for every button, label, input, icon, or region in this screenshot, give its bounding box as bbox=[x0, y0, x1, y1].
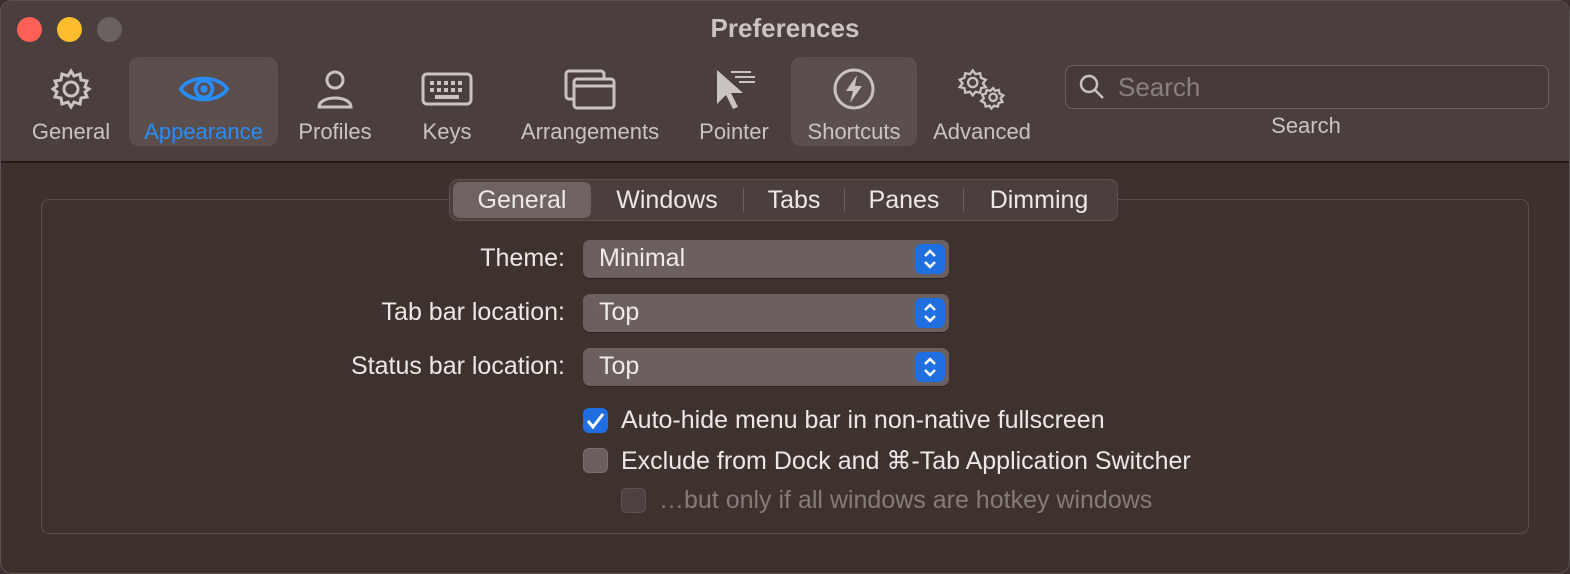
toolbar-label: Keys bbox=[422, 119, 472, 144]
gear-icon bbox=[45, 63, 97, 115]
keyboard-icon bbox=[421, 63, 473, 115]
toolbar-label: Appearance bbox=[144, 119, 263, 144]
windows-icon bbox=[564, 63, 616, 115]
tab-bar-location-popup[interactable]: Top bbox=[583, 294, 949, 332]
toolbar: Preferences General Appearance Profiles bbox=[1, 1, 1569, 163]
tab-bar: General Windows Tabs Panes Dimming bbox=[449, 179, 1118, 221]
hotkey-windows-only-label: …but only if all windows are hotkey wind… bbox=[659, 486, 1153, 514]
toolbar-keys[interactable]: Keys bbox=[405, 57, 489, 146]
search-placeholder: Search bbox=[1118, 71, 1201, 102]
toolbar-label: Advanced bbox=[933, 119, 1031, 144]
eye-icon bbox=[178, 63, 230, 115]
toolbar-label: Profiles bbox=[298, 119, 372, 144]
search-label: Search bbox=[1271, 113, 1341, 138]
gears-icon bbox=[956, 63, 1008, 115]
tab-general[interactable]: General bbox=[453, 182, 591, 218]
toolbar-label: Pointer bbox=[699, 119, 769, 144]
toolbar-appearance[interactable]: Appearance bbox=[129, 57, 278, 146]
exclude-from-dock-label: Exclude from Dock and ⌘-Tab Application … bbox=[621, 447, 1191, 475]
toolbar-shortcuts[interactable]: Shortcuts bbox=[791, 57, 917, 146]
tab-dimming[interactable]: Dimming bbox=[964, 182, 1114, 218]
chevron-updown-icon bbox=[915, 352, 945, 382]
hotkey-windows-only-checkbox bbox=[621, 488, 646, 513]
toolbar-profiles[interactable]: Profiles bbox=[291, 57, 379, 146]
chevron-updown-icon bbox=[915, 298, 945, 328]
tab-bar-location-label: Tab bar location: bbox=[381, 298, 565, 326]
auto-hide-menu-bar-label: Auto-hide menu bar in non-native fullscr… bbox=[621, 406, 1105, 434]
search-icon bbox=[1078, 73, 1106, 101]
toolbar-pointer[interactable]: Pointer bbox=[691, 57, 777, 146]
person-icon bbox=[309, 63, 361, 115]
checkmark-icon bbox=[586, 413, 605, 430]
bolt-icon bbox=[828, 63, 880, 115]
toolbar-label: Shortcuts bbox=[807, 119, 901, 144]
toolbar-general[interactable]: General bbox=[23, 57, 119, 146]
status-bar-location-label: Status bar location: bbox=[350, 352, 565, 380]
theme-value: Minimal bbox=[599, 244, 686, 272]
tab-panes[interactable]: Panes bbox=[845, 182, 963, 218]
tab-tabs[interactable]: Tabs bbox=[744, 182, 844, 218]
search-field[interactable]: Search bbox=[1065, 65, 1549, 109]
tab-bar-location-value: Top bbox=[599, 298, 640, 326]
toolbar-label: Arrangements bbox=[520, 119, 660, 144]
tab-windows[interactable]: Windows bbox=[591, 182, 743, 218]
window-title: Preferences bbox=[710, 13, 860, 43]
preferences-window: Preferences General Appearance Profiles bbox=[0, 0, 1570, 574]
exclude-from-dock-checkbox[interactable] bbox=[583, 448, 608, 473]
theme-popup[interactable]: Minimal bbox=[583, 240, 949, 278]
toolbar-label: General bbox=[31, 119, 111, 144]
pointer-icon bbox=[708, 63, 760, 115]
status-bar-location-value: Top bbox=[599, 352, 640, 380]
auto-hide-menu-bar-checkbox[interactable] bbox=[583, 408, 608, 433]
theme-label: Theme: bbox=[480, 244, 565, 272]
chevron-updown-icon bbox=[915, 244, 945, 274]
toolbar-arrangements[interactable]: Arrangements bbox=[511, 57, 669, 146]
toolbar-advanced[interactable]: Advanced bbox=[929, 57, 1035, 146]
status-bar-location-popup[interactable]: Top bbox=[583, 348, 949, 386]
